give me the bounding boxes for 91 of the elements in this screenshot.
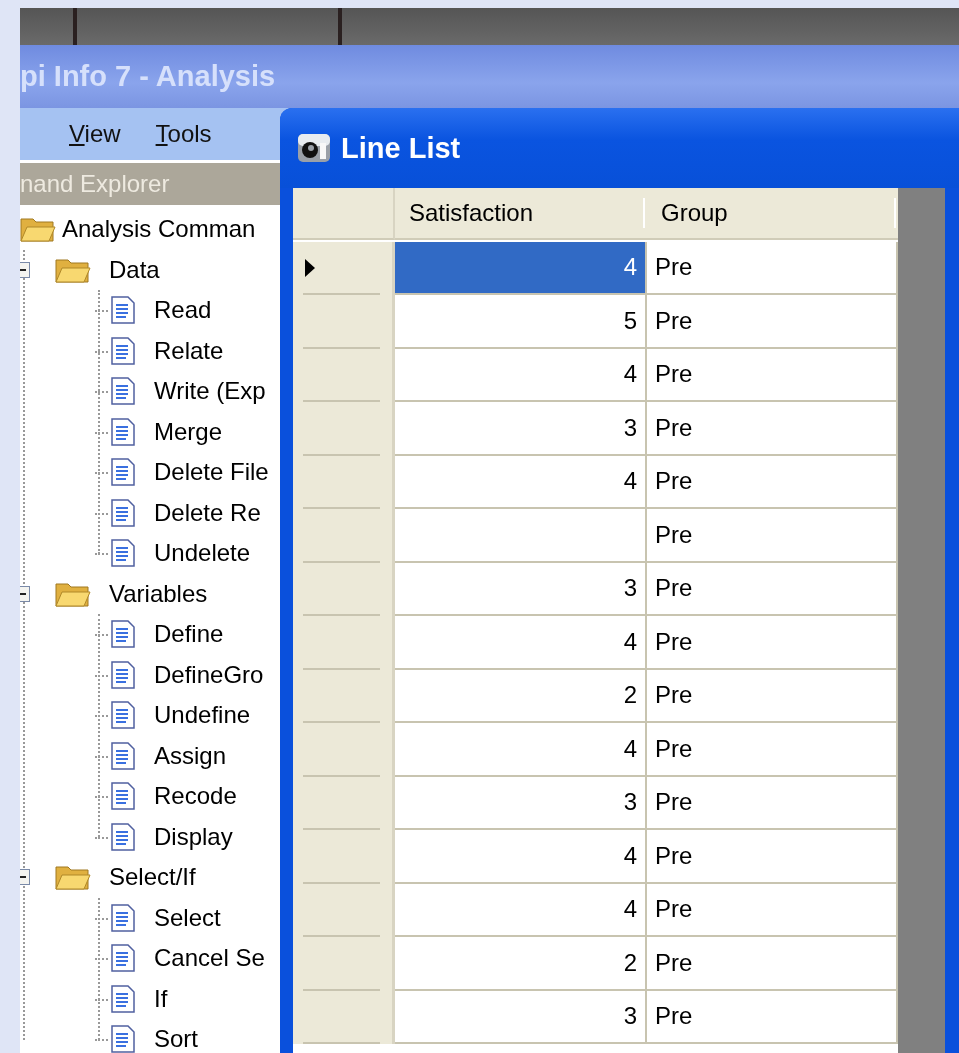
menu-item[interactable]: Tools [155,120,212,148]
table-cell: Pre [647,937,898,991]
document-icon [110,740,136,771]
table-cell: 4 [395,883,647,937]
tree-item[interactable]: Read [154,296,212,325]
column-header[interactable]: Satisfaction [395,188,647,240]
document-icon [110,416,136,447]
tree-item[interactable]: DefineGro [154,660,264,689]
table-cell: Pre [647,990,898,1044]
folder-icon [55,863,91,892]
table-cell: Pre [647,776,898,830]
table-cell: 4 [395,723,647,777]
table-cell: 4 [395,455,647,509]
row-header[interactable] [293,990,395,1044]
window-title: Line List [341,131,461,165]
table-cell: Pre [647,455,898,509]
row-header[interactable] [293,562,395,616]
table-cell: 3 [395,990,647,1044]
tree-item[interactable]: Data [109,255,160,284]
table-cell: Pre [647,509,898,563]
row-header[interactable] [293,937,395,991]
tree-item[interactable]: Assign [154,741,227,770]
document-icon [110,457,136,488]
document-icon [110,335,136,366]
document-icon [110,781,136,812]
table-cell: 4 [395,616,647,670]
table-cell: Pre [647,402,898,456]
table-cell: Pre [647,348,898,402]
tree-item[interactable]: If [154,984,168,1013]
table-cell: 4 [395,830,647,884]
document-icon [110,821,136,852]
tree-item[interactable]: Cancel Se [154,944,265,973]
tree-item[interactable]: Sort [154,1025,198,1053]
tree-item[interactable]: Recode [154,782,237,811]
document-icon [110,943,136,974]
tree-item[interactable]: Delete Re [154,498,261,527]
tree-item[interactable]: Variables [109,579,208,608]
tree-item[interactable]: Undefine [154,701,251,730]
row-header[interactable] [293,295,395,349]
row-header[interactable] [293,616,395,670]
table-cell: Pre [647,562,898,616]
table-cell: Pre [647,669,898,723]
tree-item[interactable]: Relate [154,336,224,365]
document-icon [110,659,136,690]
table-cell: 3 [395,562,647,616]
tree-item[interactable]: Select [154,903,221,932]
row-pointer-icon [305,259,315,278]
table-cell: Pre [647,616,898,670]
row-header[interactable] [293,455,395,509]
tree-item[interactable]: Display [154,822,233,851]
tree-item[interactable]: Merge [154,417,223,446]
document-icon [110,619,136,650]
table-cell: Pre [647,241,898,295]
column-header[interactable]: Group [647,188,898,240]
table-cell: Pre [647,883,898,937]
tree-item[interactable]: Undelete [154,539,251,568]
table-cell: 5 [395,295,647,349]
tree-item[interactable]: Select/If [109,863,196,892]
row-header[interactable] [293,776,395,830]
row-header[interactable] [293,723,395,777]
document-icon [110,902,136,933]
row-header[interactable] [293,883,395,937]
menu-item[interactable]: View [69,120,121,148]
table-cell: 4 [395,241,647,295]
app-logo-icon [297,133,331,163]
tree-item[interactable]: Write (Exp [154,377,266,406]
table-cell: Pre [647,723,898,777]
document-icon [110,376,136,407]
document-icon [110,497,136,528]
window-title: pi Info 7 - Analysis [20,60,276,93]
document-icon [110,295,136,326]
row-header[interactable] [293,509,395,563]
table-cell: 2 [395,937,647,991]
tree-item[interactable]: Define [154,620,224,649]
table-cell: 3 [395,402,647,456]
table-cell: 2 [395,669,647,723]
row-header[interactable] [293,830,395,884]
row-header[interactable] [293,402,395,456]
tree-item[interactable]: Analysis Comman [62,215,256,244]
document-icon [110,538,136,569]
panel-title: nand Explorer [20,170,170,198]
table-cell: 4 [395,348,647,402]
row-header[interactable] [293,241,395,295]
table-cell: Pre [647,295,898,349]
document-icon [110,983,136,1014]
tree-item[interactable]: Delete File [154,458,269,487]
row-header[interactable] [293,348,395,402]
table-cell: 3 [395,776,647,830]
document-icon [110,700,136,731]
table-cell: Pre [647,830,898,884]
row-header[interactable] [293,669,395,723]
